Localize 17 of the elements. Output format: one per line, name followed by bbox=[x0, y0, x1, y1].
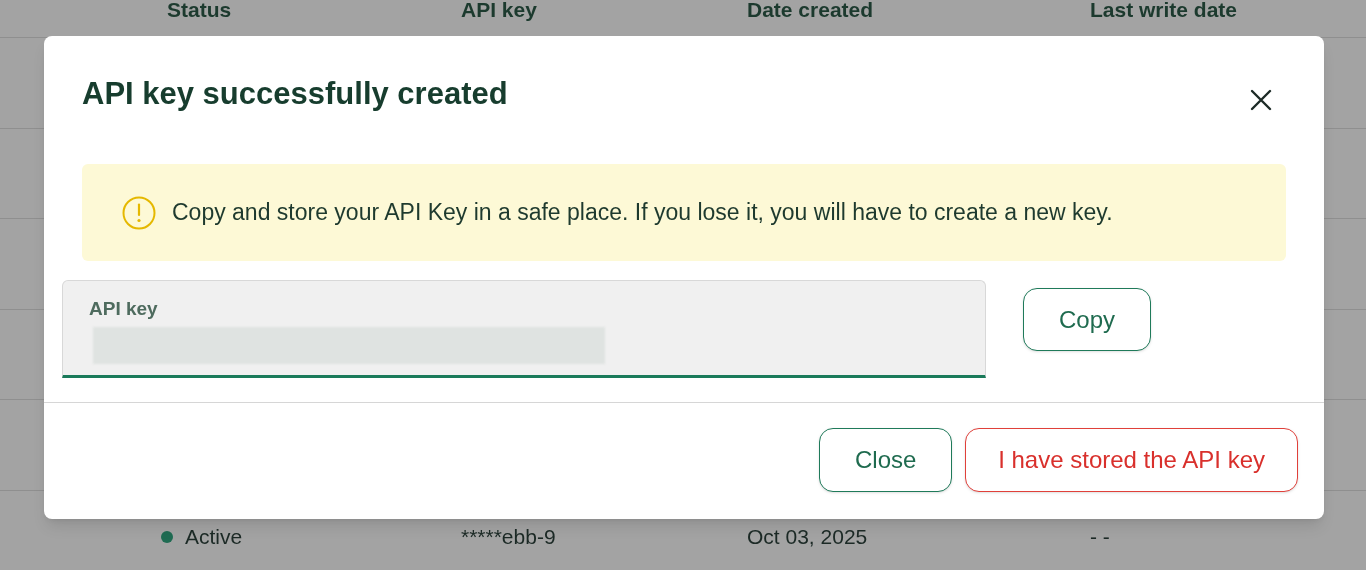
column-header: Status bbox=[167, 0, 232, 21]
warning-text: Copy and store your API Key in a safe place. If you lose it, you will have to create a new key. bbox=[172, 198, 1113, 228]
table-cell: Oct 03, 2025 bbox=[747, 525, 868, 548]
field-label: API key bbox=[89, 297, 158, 321]
table-cell: Active bbox=[185, 526, 243, 548]
api-key-field[interactable]: API key bbox=[62, 280, 986, 378]
dialog-title: API key successfully created bbox=[82, 76, 508, 112]
close-button[interactable]: Close bbox=[819, 428, 953, 492]
column-header: Last write date bbox=[1090, 0, 1238, 21]
table-cell: *****ebb-9 bbox=[461, 525, 556, 548]
column-header: API key bbox=[461, 0, 537, 21]
table-cell: - - bbox=[1090, 525, 1110, 548]
close-icon[interactable] bbox=[1250, 89, 1272, 111]
warning-icon bbox=[122, 195, 156, 230]
column-header: Date created bbox=[747, 0, 874, 21]
confirm-button[interactable]: I have stored the API key bbox=[965, 428, 1298, 492]
copy-button[interactable]: Copy bbox=[1023, 288, 1151, 351]
